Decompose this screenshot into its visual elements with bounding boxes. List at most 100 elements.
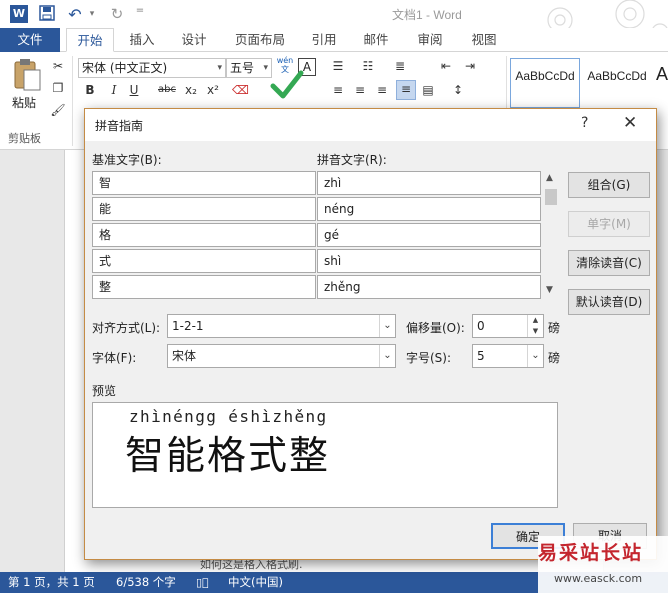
undo-dropdown-icon[interactable]: ▾ [86, 5, 98, 23]
clipboard-group-label: 剪贴板 [8, 132, 41, 145]
offset-label: 偏移量(O): [406, 321, 465, 335]
group-button[interactable]: 组合(G) [568, 172, 650, 198]
underline-button[interactable]: U [126, 82, 142, 98]
chevron-down-icon[interactable]: ⌄ [379, 345, 395, 367]
tab-design[interactable]: 设计 [174, 28, 214, 52]
scrollbar-thumb[interactable] [545, 189, 557, 205]
proofing-icon[interactable]: ▯⃝ [196, 572, 209, 593]
offset-spinner[interactable]: 0 ▲ ▼ [472, 314, 544, 338]
language-indicator[interactable]: 中文(中国) [228, 572, 283, 593]
align-center-icon[interactable]: ≡ [352, 82, 368, 98]
align-right-icon[interactable]: ≡ [374, 82, 390, 98]
tab-page-layout[interactable]: 页面布局 [230, 28, 290, 52]
font-name-box[interactable]: 宋体 (中文正文) ▾ [78, 58, 226, 78]
chevron-down-icon[interactable]: ▾ [217, 59, 222, 77]
style-sample: AaBbCcDd [515, 69, 575, 83]
justify-icon[interactable]: ≡ [396, 80, 416, 100]
preview-pinyin: zhìnéngg éshìzhěng [129, 407, 328, 426]
multilevel-list-icon[interactable]: ≣ [392, 58, 408, 74]
help-icon[interactable]: ? [581, 115, 588, 131]
paste-icon[interactable] [12, 58, 42, 92]
paste-button-label[interactable]: 粘贴 [12, 94, 36, 111]
bold-button[interactable]: B [82, 82, 98, 98]
alignment-label: 对齐方式(L): [92, 321, 161, 335]
mono-button[interactable]: 单字(M) [568, 211, 650, 237]
base-text-field[interactable]: 能 [92, 197, 316, 221]
tab-mailings[interactable]: 邮件 [358, 28, 394, 52]
offset-unit: 磅 [548, 321, 561, 335]
base-text-field[interactable]: 格 [92, 223, 316, 247]
alignment-select[interactable]: 1-2-1 ⌄ [167, 314, 396, 338]
font-select[interactable]: 宋体 ⌄ [167, 344, 396, 368]
window-title: 文档1 - Word [392, 8, 462, 22]
fields-scrollbar[interactable]: ▲ ▼ [543, 171, 559, 301]
scroll-down-icon[interactable]: ▼ [546, 285, 553, 295]
style-no-spacing[interactable]: AaBbCcDd [582, 58, 652, 108]
save-icon[interactable] [38, 5, 56, 23]
clear-ruby-button[interactable]: 清除读音(C) [568, 250, 650, 276]
dialog-title: 拼音指南 [95, 119, 144, 133]
increase-indent-icon[interactable]: ⇥ [462, 58, 478, 74]
style-sample: AaBbCcDd [587, 69, 647, 83]
undo-icon[interactable]: ↶ [66, 5, 84, 24]
ruby-text-label: 拼音文字(R): [317, 153, 387, 167]
font-size-box[interactable]: 五号 ▾ [226, 58, 272, 78]
tab-file[interactable]: 文件 [0, 28, 60, 52]
base-text-field[interactable]: 式 [92, 249, 316, 273]
font-value: 宋体 [172, 349, 197, 363]
subscript-button[interactable]: x₂ [182, 82, 200, 98]
ruby-text-field[interactable]: shì [317, 249, 541, 273]
size-value: 5 [477, 349, 485, 363]
watermark: 易采站长站 www.easck.com [538, 536, 668, 593]
page-count[interactable]: 第 1 页，共 1 页 [8, 572, 95, 593]
italic-button[interactable]: I [106, 82, 122, 98]
tab-references[interactable]: 引用 [306, 28, 342, 52]
tab-insert[interactable]: 插入 [122, 28, 162, 52]
ruby-text-field[interactable]: zhì [317, 171, 541, 195]
chevron-down-icon[interactable]: ⌄ [379, 315, 395, 337]
size-label: 字号(S): [406, 351, 452, 365]
preview-label: 预览 [92, 384, 117, 398]
cut-icon[interactable]: ✂ [50, 58, 66, 74]
checkmark-icon [270, 70, 304, 103]
dialog-title-bar [85, 109, 656, 141]
default-ruby-button[interactable]: 默认读音(D) [568, 289, 650, 315]
base-text-field[interactable]: 智 [92, 171, 316, 195]
ruby-text-field[interactable]: gé [317, 223, 541, 247]
word-count[interactable]: 6/538 个字 [116, 572, 176, 593]
ruby-text-field[interactable]: zhěng [317, 275, 541, 299]
close-icon[interactable]: ✕ [623, 113, 637, 133]
copy-icon[interactable]: ❐ [50, 80, 66, 96]
scroll-up-icon[interactable]: ▲ [546, 173, 553, 183]
size-select[interactable]: 5 ⌄ [472, 344, 544, 368]
style-normal[interactable]: AaBbCcDd [510, 58, 580, 108]
style-heading-preview[interactable]: A [656, 64, 668, 85]
strikethrough-button[interactable]: abc [156, 82, 178, 98]
chevron-down-icon[interactable]: ⌄ [527, 345, 543, 367]
font-size-value: 五号 [230, 61, 255, 75]
align-left-icon[interactable]: ≡ [330, 82, 346, 98]
ruby-text-field[interactable]: néng [317, 197, 541, 221]
decrease-indent-icon[interactable]: ⇤ [438, 58, 454, 74]
bullets-icon[interactable]: ☰ [330, 58, 346, 74]
tab-home[interactable]: 开始 [66, 28, 114, 52]
font-label: 字体(F): [92, 351, 137, 365]
watermark-url: www.easck.com [554, 572, 643, 585]
preview-box: zhìnéngg éshìzhěng 智能格式整 [92, 402, 558, 508]
line-spacing-icon[interactable]: ↕ [450, 82, 466, 98]
clear-formatting-icon[interactable]: ⌫ [232, 82, 249, 98]
tab-review[interactable]: 审阅 [412, 28, 448, 52]
tab-view[interactable]: 视图 [466, 28, 502, 52]
base-text-field[interactable]: 整 [92, 275, 316, 299]
superscript-button[interactable]: x² [204, 82, 222, 98]
distributed-icon[interactable]: ▤ [420, 82, 436, 98]
customize-qat-icon[interactable]: = [134, 5, 146, 23]
chevron-down-icon[interactable]: ▾ [263, 59, 268, 77]
spinner-arrows-icon[interactable]: ▲ ▼ [527, 315, 543, 337]
redo-icon[interactable]: ↻ [108, 5, 126, 23]
format-painter-icon[interactable]: 🖌 [50, 102, 66, 118]
offset-value: 0 [477, 319, 485, 333]
word-app-icon[interactable]: W [10, 5, 28, 23]
base-text-label: 基准文字(B): [92, 153, 162, 167]
numbering-icon[interactable]: ☷ [360, 58, 376, 74]
